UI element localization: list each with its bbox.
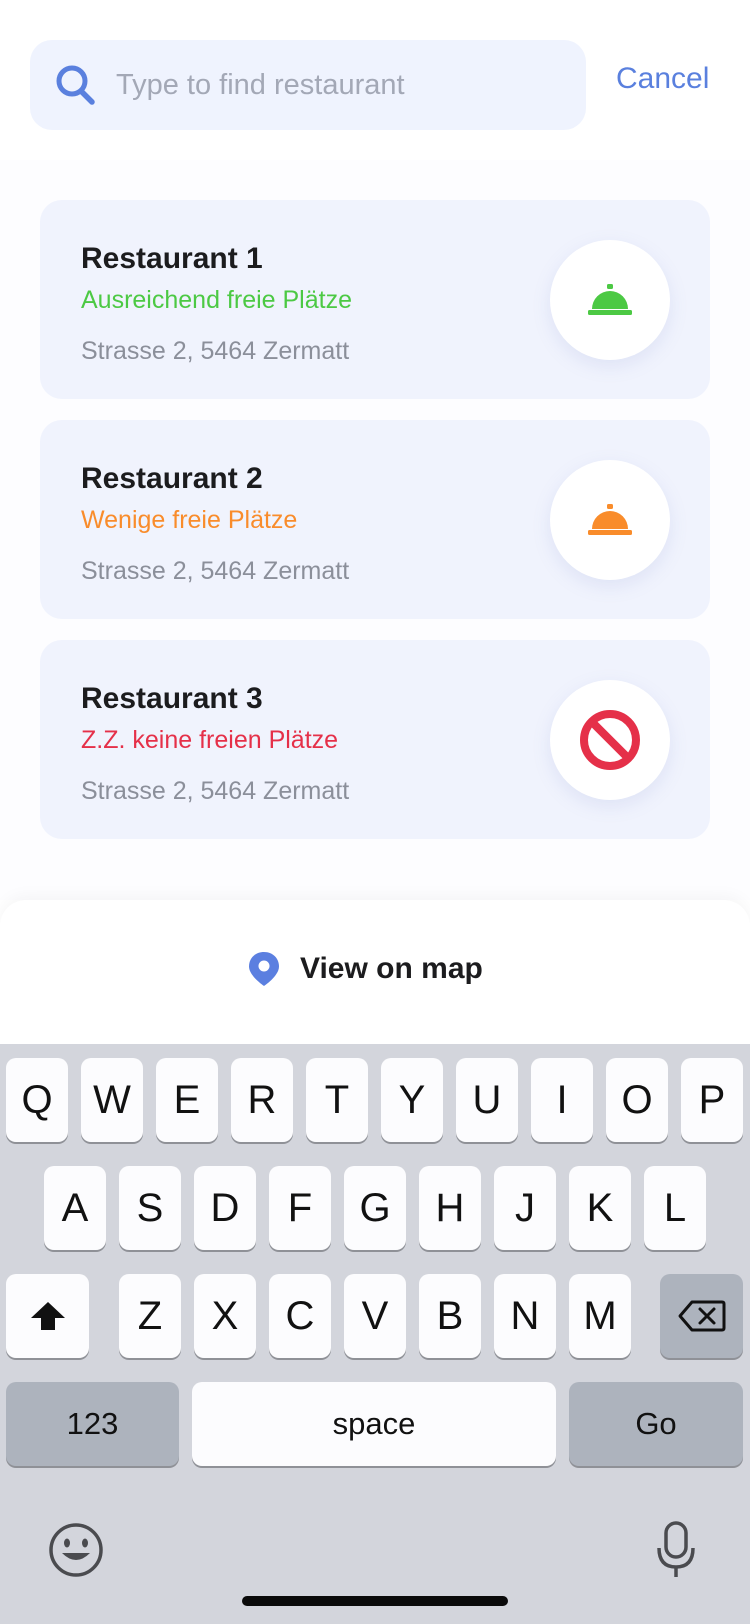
key-k[interactable]: K: [569, 1166, 631, 1250]
go-key[interactable]: Go: [569, 1382, 743, 1466]
availability-status: Wenige freie Plätze: [81, 506, 298, 534]
restaurant-name: Restaurant 1: [81, 242, 263, 275]
key-r[interactable]: R: [231, 1058, 293, 1142]
no-entry-icon: [580, 710, 640, 770]
key-f[interactable]: F: [269, 1166, 331, 1250]
key-e[interactable]: E: [156, 1058, 218, 1142]
key-a[interactable]: A: [44, 1166, 106, 1250]
cancel-button[interactable]: Cancel: [616, 62, 709, 96]
key-y[interactable]: Y: [381, 1058, 443, 1142]
availability-badge: [550, 460, 670, 580]
emoji-icon: [49, 1523, 103, 1577]
key-m[interactable]: M: [569, 1274, 631, 1358]
restaurant-address: Strasse 2, 5464 Zermatt: [81, 557, 350, 585]
service-bell-icon: [588, 284, 632, 315]
search-bar[interactable]: [30, 40, 586, 130]
availability-status: Z.Z. keine freien Plätze: [81, 726, 339, 754]
key-z[interactable]: Z: [119, 1274, 181, 1358]
service-bell-icon: [588, 504, 632, 535]
key-x[interactable]: X: [194, 1274, 256, 1358]
availability-badge: [550, 680, 670, 800]
key-s[interactable]: S: [119, 1166, 181, 1250]
location-pin-icon: [249, 952, 279, 986]
numbers-key[interactable]: 123: [6, 1382, 179, 1466]
key-j[interactable]: J: [494, 1166, 556, 1250]
map-panel: View on map: [0, 900, 750, 1044]
shift-icon: [30, 1302, 65, 1330]
key-g[interactable]: G: [344, 1166, 406, 1250]
keyboard: Q W E R T Y U I O P A S D F G H J K L Z …: [0, 1044, 750, 1624]
key-v[interactable]: V: [344, 1274, 406, 1358]
emoji-button[interactable]: [46, 1520, 106, 1580]
key-p[interactable]: P: [681, 1058, 743, 1142]
shift-key[interactable]: [6, 1274, 89, 1358]
key-u[interactable]: U: [456, 1058, 518, 1142]
restaurant-card[interactable]: Restaurant 1 Ausreichend freie Plätze St…: [40, 200, 710, 399]
key-w[interactable]: W: [81, 1058, 143, 1142]
search-input[interactable]: [116, 68, 556, 102]
backspace-icon: [678, 1300, 725, 1332]
key-n[interactable]: N: [494, 1274, 556, 1358]
space-key[interactable]: space: [192, 1382, 556, 1466]
restaurant-list: Restaurant 1 Ausreichend freie Plätze St…: [0, 160, 750, 900]
restaurant-address: Strasse 2, 5464 Zermatt: [81, 337, 350, 365]
key-b[interactable]: B: [419, 1274, 481, 1358]
backspace-key[interactable]: [660, 1274, 743, 1358]
restaurant-name: Restaurant 3: [81, 682, 263, 715]
home-indicator: [242, 1596, 508, 1606]
availability-status: Ausreichend freie Plätze: [81, 286, 352, 314]
dictation-button[interactable]: [654, 1520, 698, 1580]
microphone-icon: [657, 1521, 695, 1577]
restaurant-card[interactable]: Restaurant 3 Z.Z. keine freien Plätze St…: [40, 640, 710, 839]
view-on-map-label: View on map: [300, 952, 483, 985]
restaurant-card[interactable]: Restaurant 2 Wenige freie Plätze Strasse…: [40, 420, 710, 619]
key-l[interactable]: L: [644, 1166, 706, 1250]
view-on-map-button[interactable]: View on map: [246, 950, 483, 988]
restaurant-name: Restaurant 2: [81, 462, 263, 495]
availability-badge: [550, 240, 670, 360]
key-o[interactable]: O: [606, 1058, 668, 1142]
key-h[interactable]: H: [419, 1166, 481, 1250]
key-q[interactable]: Q: [6, 1058, 68, 1142]
restaurant-address: Strasse 2, 5464 Zermatt: [81, 777, 350, 805]
key-d[interactable]: D: [194, 1166, 256, 1250]
key-i[interactable]: I: [531, 1058, 593, 1142]
search-icon: [56, 65, 95, 105]
key-c[interactable]: C: [269, 1274, 331, 1358]
key-t[interactable]: T: [306, 1058, 368, 1142]
